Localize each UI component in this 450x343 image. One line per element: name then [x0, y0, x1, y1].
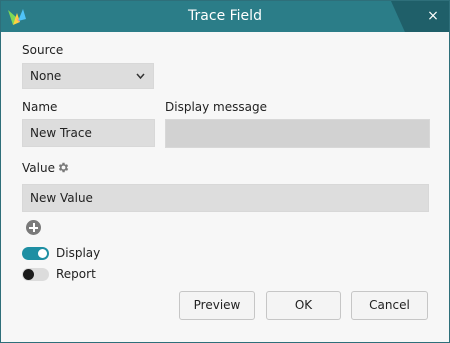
source-selected-value: None: [30, 69, 62, 83]
toggle-knob: [23, 269, 34, 280]
report-toggle-label: Report: [56, 267, 96, 281]
cancel-button[interactable]: Cancel: [351, 291, 428, 320]
preview-button[interactable]: Preview: [179, 291, 255, 320]
report-toggle[interactable]: [22, 268, 49, 281]
trace-field-dialog: Trace Field × Source None Name New Trace…: [0, 0, 450, 343]
gear-icon[interactable]: [57, 161, 70, 174]
display-message-input[interactable]: [165, 119, 430, 148]
window-title: Trace Field: [188, 8, 262, 24]
display-toggle[interactable]: [22, 247, 49, 260]
value-label: Value: [22, 161, 55, 175]
name-label: Name: [22, 100, 58, 114]
display-message-label: Display message: [165, 100, 267, 114]
add-circle-icon[interactable]: [26, 220, 41, 235]
display-toggle-label: Display: [56, 246, 101, 260]
ok-button[interactable]: OK: [266, 291, 341, 320]
close-icon[interactable]: ×: [425, 8, 441, 24]
value-input[interactable]: New Value: [22, 184, 429, 212]
source-label: Source: [22, 43, 64, 57]
source-select[interactable]: None: [22, 63, 154, 89]
toggle-knob: [38, 249, 47, 258]
chevron-down-icon: [136, 64, 145, 98]
name-input[interactable]: New Trace: [22, 119, 155, 147]
title-bar[interactable]: Trace Field ×: [1, 1, 449, 32]
